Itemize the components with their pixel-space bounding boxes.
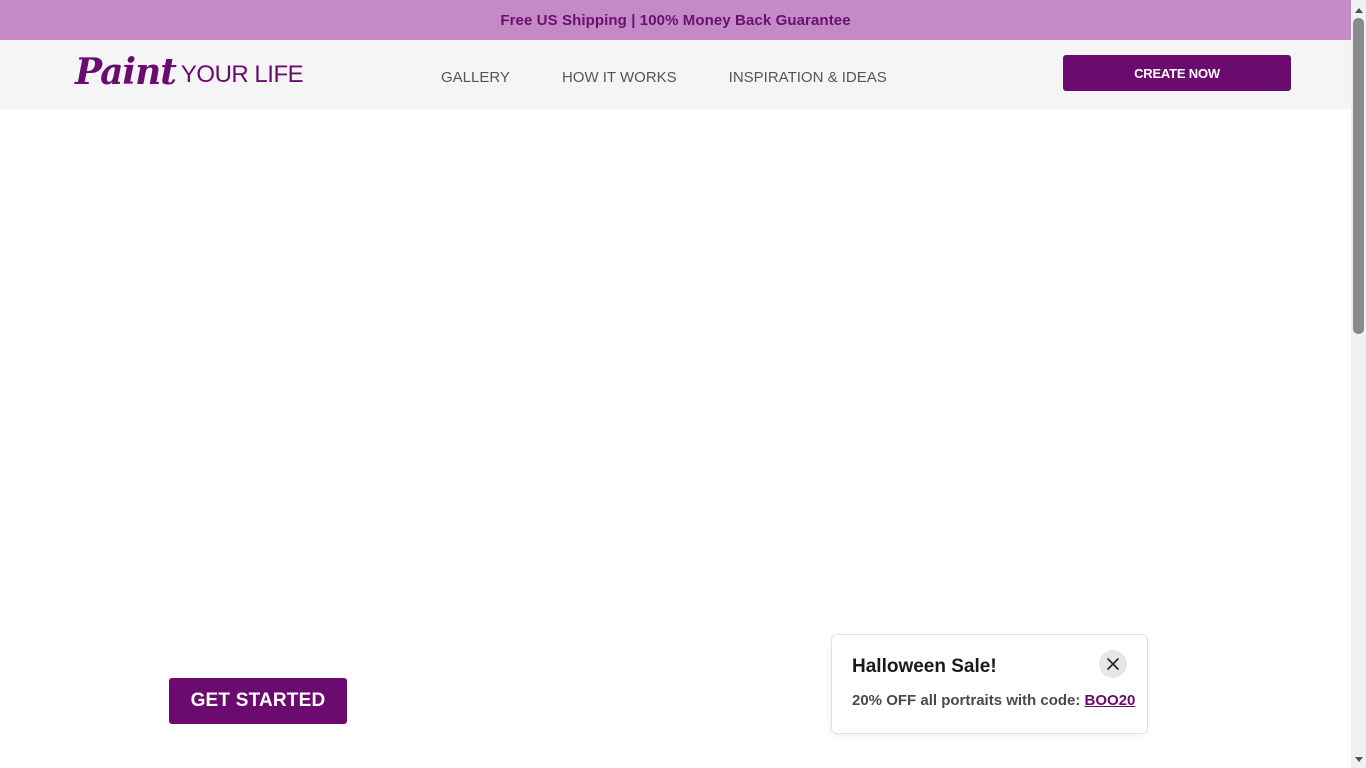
site-header: Paint YOUR LIFE GALLERY HOW IT WORKS INS… <box>0 40 1351 109</box>
nav-gallery[interactable]: GALLERY <box>441 64 510 86</box>
close-icon <box>1107 658 1119 670</box>
toast-body: 20% OFF all portraits with code: BOO20 <box>852 692 1135 709</box>
toast-close-button[interactable] <box>1099 650 1127 678</box>
nav-inspiration-ideas[interactable]: INSPIRATION & IDEAS <box>729 64 887 86</box>
toast-title: Halloween Sale! <box>852 656 997 677</box>
scroll-down-arrow-icon[interactable] <box>1351 752 1366 767</box>
toast-body-text: 20% OFF all portraits with code: <box>852 692 1085 709</box>
get-started-button[interactable]: GET STARTED <box>169 678 347 724</box>
promo-text: Free US Shipping | 100% Money Back Guara… <box>500 11 851 29</box>
promo-bar: Free US Shipping | 100% Money Back Guara… <box>0 0 1351 40</box>
scroll-up-arrow-icon[interactable] <box>1351 2 1366 17</box>
page: Free US Shipping | 100% Money Back Guara… <box>0 0 1351 768</box>
scroll-thumb[interactable] <box>1353 18 1364 334</box>
logo-text: YOUR LIFE <box>180 61 304 88</box>
logo-script: Paint <box>75 51 177 93</box>
sale-toast: Halloween Sale! 20% OFF all portraits wi… <box>831 634 1148 734</box>
page-scrollbar[interactable] <box>1351 0 1366 768</box>
create-now-button[interactable]: CREATE NOW <box>1063 55 1291 91</box>
main-nav: GALLERY HOW IT WORKS INSPIRATION & IDEAS <box>441 40 939 109</box>
promo-code-link[interactable]: BOO20 <box>1085 692 1136 709</box>
logo[interactable]: Paint YOUR LIFE <box>75 48 304 93</box>
nav-how-it-works[interactable]: HOW IT WORKS <box>562 64 677 86</box>
